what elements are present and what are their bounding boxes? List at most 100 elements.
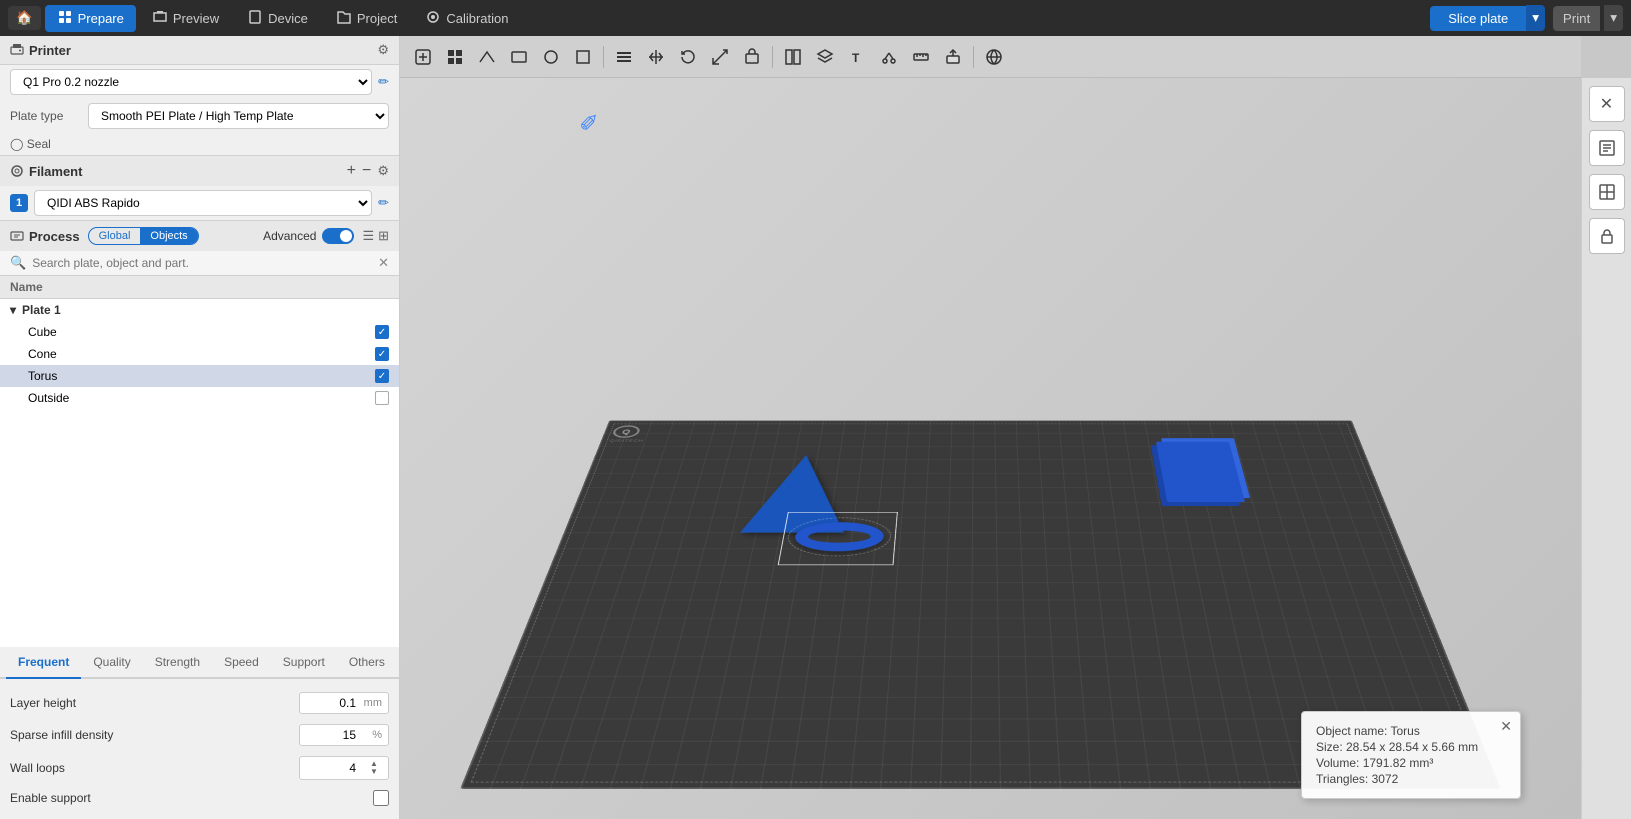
toolbar-square-icon[interactable]: [568, 42, 598, 72]
info-tooltip-close-button[interactable]: ✕: [1500, 718, 1512, 735]
cube-checkbox[interactable]: ✓: [375, 325, 389, 339]
toolbar-sep-3: [973, 46, 974, 68]
info-size: Size: 28.54 x 28.54 x 5.66 mm: [1316, 740, 1506, 754]
outside-label: Outside: [28, 391, 69, 405]
object-tree: Name ▾ Plate 1 Cube ✓ Cone ✓ Torus ✓: [0, 276, 399, 647]
search-close-icon[interactable]: ✕: [378, 255, 389, 271]
toggle-objects-button[interactable]: Objects: [140, 228, 197, 244]
torus-checkbox[interactable]: ✓: [375, 369, 389, 383]
outside-checkbox[interactable]: [375, 391, 389, 405]
tab-others[interactable]: Others: [337, 647, 397, 679]
plate-type-select[interactable]: Smooth PEI Plate / High Temp Plate: [88, 103, 389, 129]
object-info-tooltip: ✕ Object name: Torus Size: 28.54 x 28.54…: [1301, 711, 1521, 799]
toolbar-rotate-icon[interactable]: [673, 42, 703, 72]
tab-prepare[interactable]: Prepare: [45, 5, 136, 32]
printer-settings-icon[interactable]: ⚙: [377, 42, 389, 58]
viewport[interactable]: Q QIDITECH ✏ ✕ Object name: Torus S: [400, 78, 1581, 819]
enable-support-label: Enable support: [10, 791, 373, 805]
filament-select[interactable]: QIDI ABS Rapido: [34, 190, 372, 216]
toolbar-box-icon[interactable]: [737, 42, 767, 72]
tree-item-torus[interactable]: Torus ✓: [0, 365, 399, 387]
plate-label: Plate 1: [22, 303, 61, 317]
toolbar-grid-icon[interactable]: [440, 42, 470, 72]
plate-logo: Q QIDITECH: [609, 425, 666, 442]
layer-height-unit: mm: [364, 697, 382, 709]
tab-calibration[interactable]: Calibration: [413, 5, 520, 32]
toolbar-ruler-icon[interactable]: [906, 42, 936, 72]
info-volume: Volume: 1791.82 mm³: [1316, 756, 1506, 770]
tab-support[interactable]: Support: [271, 647, 337, 679]
layer-height-label: Layer height: [10, 696, 299, 710]
tab-preview[interactable]: Preview: [140, 5, 231, 32]
tab-quality[interactable]: Quality: [81, 647, 142, 679]
right-panel-lock-button[interactable]: [1589, 218, 1625, 254]
filament-edit-icon[interactable]: ✏: [378, 195, 389, 211]
wall-loops-decrement[interactable]: ▼: [366, 768, 382, 776]
print-dropdown-button[interactable]: Print: [1553, 6, 1600, 31]
tab-speed[interactable]: Speed: [212, 647, 271, 679]
tab-frequent[interactable]: Frequent: [6, 647, 81, 679]
toolbar-lines-icon[interactable]: [609, 42, 639, 72]
enable-support-checkbox[interactable]: [373, 790, 389, 806]
right-panel-list-button[interactable]: [1589, 130, 1625, 166]
filament-settings-icon[interactable]: ⚙: [377, 163, 389, 179]
svg-text:T: T: [852, 51, 860, 65]
home-button[interactable]: 🏠: [8, 6, 41, 30]
slice-btn-group: Slice plate ▾: [1430, 5, 1545, 31]
layer-height-input[interactable]: [306, 696, 356, 710]
printer-section-header: Printer ⚙: [0, 36, 399, 65]
tab-strength[interactable]: Strength: [143, 647, 212, 679]
slice-dropdown-button[interactable]: ▾: [1526, 5, 1545, 31]
toolbar-scale-icon[interactable]: [705, 42, 735, 72]
seal-icon: ◯: [10, 137, 23, 151]
toolbar-world-icon[interactable]: [979, 42, 1009, 72]
slice-plate-button[interactable]: Slice plate: [1430, 6, 1526, 31]
main-layout: Printer ⚙ Q1 Pro 0.2 nozzle ✏ Plate type…: [0, 36, 1631, 819]
toolbar-layers-icon[interactable]: [810, 42, 840, 72]
filament-header: Filament + − ⚙: [0, 156, 399, 186]
tree-item-outside[interactable]: Outside: [0, 387, 399, 409]
logo-q: Q: [621, 428, 631, 435]
toolbar-sep-1: [603, 46, 604, 68]
filament-row: 1 QIDI ABS Rapido ✏: [0, 186, 399, 220]
toolbar-move-icon[interactable]: [641, 42, 671, 72]
wall-loops-input[interactable]: [306, 761, 356, 775]
toolbar-plane-icon[interactable]: [472, 42, 502, 72]
right-panel-table-button[interactable]: [1589, 174, 1625, 210]
toolbar-cut-icon[interactable]: [874, 42, 904, 72]
process-settings-icon[interactable]: ⊞: [378, 228, 389, 244]
cube-object[interactable]: [1156, 442, 1245, 502]
right-panel-close-button[interactable]: ✕: [1589, 86, 1625, 122]
toolbar-split-icon[interactable]: [778, 42, 808, 72]
sparse-infill-input[interactable]: [306, 728, 356, 742]
printer-edit-icon[interactable]: ✏: [378, 74, 389, 90]
filament-add-button[interactable]: +: [347, 162, 356, 180]
tree-item-plate1[interactable]: ▾ Plate 1: [0, 299, 399, 321]
toolbar-add-icon[interactable]: [408, 42, 438, 72]
toolbar-circle-icon[interactable]: [536, 42, 566, 72]
process-title: Process: [10, 229, 80, 244]
tab-project[interactable]: Project: [324, 5, 409, 32]
tree-name-column: Name: [10, 280, 43, 294]
advanced-toggle[interactable]: [322, 228, 354, 244]
search-input[interactable]: [32, 256, 372, 270]
canvas-toolbar: T: [400, 36, 1581, 78]
tree-item-cone[interactable]: Cone ✓: [0, 343, 399, 365]
toolbar-text-icon[interactable]: T: [842, 42, 872, 72]
process-icons: ☰ ⊞: [362, 228, 389, 244]
toolbar-fill-icon[interactable]: [938, 42, 968, 72]
printer-nozzle-select[interactable]: Q1 Pro 0.2 nozzle: [10, 69, 372, 95]
project-icon: [336, 9, 352, 28]
search-icon: 🔍: [10, 255, 26, 271]
process-tabs-bar: Frequent Quality Strength Speed Support …: [0, 647, 399, 679]
process-list-icon[interactable]: ☰: [362, 228, 374, 244]
filament-remove-button[interactable]: −: [362, 162, 371, 180]
tab-device[interactable]: Device: [235, 5, 320, 32]
tree-item-cube[interactable]: Cube ✓: [0, 321, 399, 343]
print-button[interactable]: ▾: [1604, 5, 1623, 31]
toolbar-rect-icon[interactable]: [504, 42, 534, 72]
printer-nozzle-row: Q1 Pro 0.2 nozzle ✏: [0, 65, 399, 99]
canvas-area: T: [400, 36, 1631, 819]
toggle-global-button[interactable]: Global: [89, 228, 141, 244]
cone-checkbox[interactable]: ✓: [375, 347, 389, 361]
